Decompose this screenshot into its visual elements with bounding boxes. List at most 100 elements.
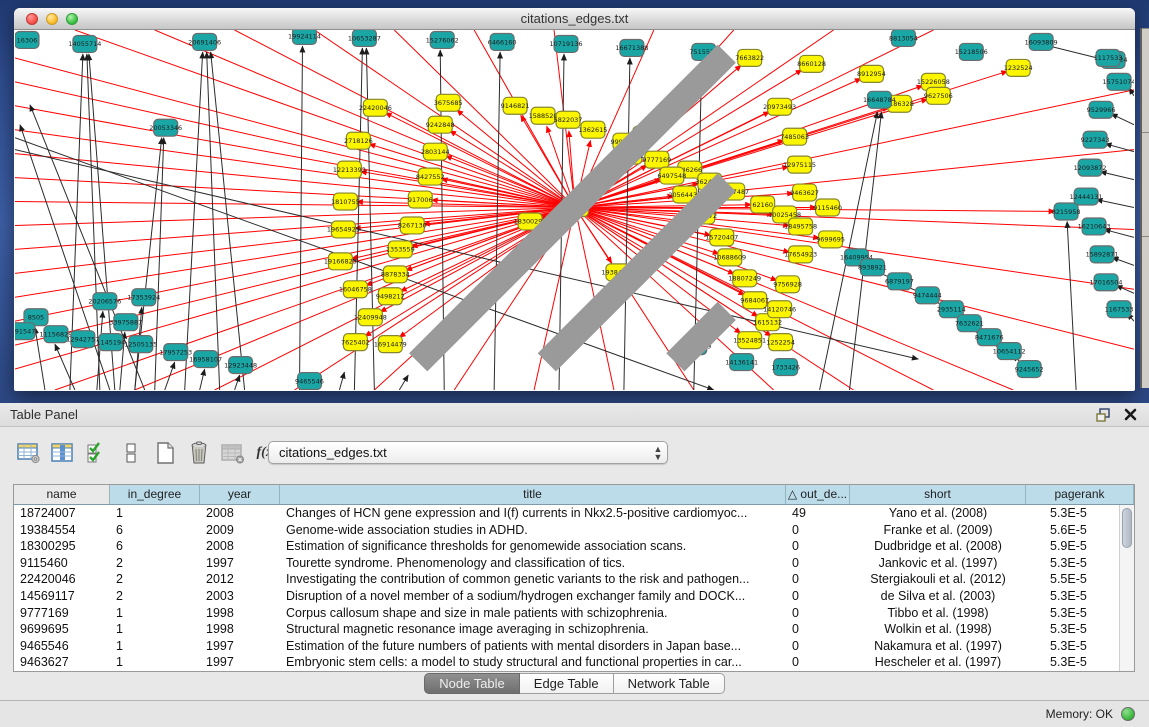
table-cell: 5.3E-5	[1026, 638, 1134, 655]
clear-selection-icon[interactable]	[116, 440, 146, 466]
table-cell: 5.3E-5	[1026, 555, 1134, 572]
table-cell: 5.3E-5	[1026, 605, 1134, 622]
table-tabs: Node TableEdge TableNetwork Table	[0, 673, 1149, 694]
table-row[interactable]: 1456911722003Disruption of a novel membe…	[14, 588, 1134, 605]
table-cell: 1	[110, 621, 200, 638]
node-table: namein_degreeyeartitle△ out_de...shortpa…	[13, 484, 1135, 672]
delete-column-icon[interactable]	[184, 440, 214, 466]
table-cell: 1	[110, 638, 200, 655]
column-header-outde[interactable]: △ out_de...	[786, 485, 850, 504]
tab-network-table[interactable]: Network Table	[614, 673, 725, 694]
table-cell: 1998	[200, 605, 280, 622]
table-cell: 1	[110, 505, 200, 522]
table-cell: Yano et al. (2008)	[850, 505, 1026, 522]
table-cell: Estimation of significance thresholds fo…	[280, 538, 786, 555]
table-cell: Tourette syndrome. Phenomenology and cla…	[280, 555, 786, 572]
new-column-icon[interactable]	[150, 440, 180, 466]
table-cell: Nakamura et al. (1997)	[850, 638, 1026, 655]
table-cell: Wolkin et al. (1998)	[850, 621, 1026, 638]
table-cell: 9465546	[14, 638, 110, 655]
vertical-scrollbar[interactable]	[1119, 505, 1134, 671]
memory-status-indicator[interactable]	[1121, 707, 1135, 721]
show-columns-icon[interactable]	[48, 440, 78, 466]
table-cell: 5.6E-5	[1026, 522, 1134, 539]
table-cell: 5.3E-5	[1026, 621, 1134, 638]
table-panel-header: Table Panel	[0, 403, 1149, 427]
scrollbar-thumb[interactable]	[1122, 508, 1132, 548]
table-row[interactable]: 946362711997Embryonic stem cells: a mode…	[14, 654, 1134, 671]
table-cell: 2	[110, 571, 200, 588]
network-window[interactable]: citations_edges.txt 16306140557142069140…	[14, 8, 1135, 391]
table-cell: Tibbo et al. (1998)	[850, 605, 1026, 622]
table-cell: de Silva et al. (2003)	[850, 588, 1026, 605]
table-mode-icon[interactable]	[14, 440, 44, 466]
table-cell: 0	[786, 654, 850, 671]
table-cell: Structural magnetic resonance image aver…	[280, 621, 786, 638]
column-header-name[interactable]: name	[14, 485, 110, 504]
table-row[interactable]: 977716911998Corpus callosum shape and si…	[14, 605, 1134, 622]
table-cell: 18724007	[14, 505, 110, 522]
table-cell: Dudbridge et al. (2008)	[850, 538, 1026, 555]
column-header-short[interactable]: short	[850, 485, 1026, 504]
tab-node-table[interactable]: Node Table	[424, 673, 520, 694]
table-cell: Estimation of the future numbers of pati…	[280, 638, 786, 655]
table-row[interactable]: 911546021997Tourette syndrome. Phenomeno…	[14, 555, 1134, 572]
status-bar: Memory: OK	[0, 700, 1149, 727]
table-cell: 1997	[200, 555, 280, 572]
column-header-indegree[interactable]: in_degree	[110, 485, 200, 504]
table-cell: 9777169	[14, 605, 110, 622]
select-rows-icon[interactable]	[82, 440, 112, 466]
network-view-canvas[interactable]: 1630614055714206914061992411410653287152…	[15, 30, 1134, 390]
table-cell: 0	[786, 522, 850, 539]
table-row[interactable]: 1872400712008Changes of HCN gene express…	[14, 505, 1134, 522]
table-cell: 0	[786, 538, 850, 555]
table-body: 1872400712008Changes of HCN gene express…	[14, 505, 1134, 671]
table-cell: 2012	[200, 571, 280, 588]
table-row[interactable]: 1830029562008Estimation of significance …	[14, 538, 1134, 555]
window-titlebar[interactable]: citations_edges.txt	[14, 8, 1135, 30]
column-header-pagerank[interactable]: pagerank	[1026, 485, 1134, 504]
table-row[interactable]: 946554611997Estimation of the future num…	[14, 638, 1134, 655]
table-cell: 0	[786, 621, 850, 638]
dropdown-stepper-icon: ▲▼	[649, 445, 667, 461]
table-cell: 14569117	[14, 588, 110, 605]
tab-edge-table[interactable]: Edge Table	[520, 673, 614, 694]
table-row[interactable]: 1938455462009Genome-wide association stu…	[14, 522, 1134, 539]
table-selector-dropdown[interactable]: citations_edges.txt ▲▼	[268, 441, 668, 464]
table-cell: 49	[786, 505, 850, 522]
table-cell: Disruption of a novel member of a sodium…	[280, 588, 786, 605]
table-cell: Corpus callosum shape and size in male p…	[280, 605, 786, 622]
resize-grip[interactable]	[15, 30, 1132, 388]
table-cell: 18300295	[14, 538, 110, 555]
table-cell: 1997	[200, 654, 280, 671]
table-row[interactable]: 969969511998Structural magnetic resonanc…	[14, 621, 1134, 638]
table-cell: 1	[110, 605, 200, 622]
table-header-row: namein_degreeyeartitle△ out_de...shortpa…	[14, 485, 1134, 505]
table-cell: 0	[786, 571, 850, 588]
table-cell: Jankovic et al. (1997)	[850, 555, 1026, 572]
delete-table-icon[interactable]	[218, 440, 248, 466]
partial-window-edge	[1140, 28, 1149, 388]
close-panel-icon[interactable]	[1124, 408, 1137, 421]
table-toolbar: f(x)	[14, 439, 286, 467]
table-cell: 2	[110, 588, 200, 605]
table-cell: 6	[110, 522, 200, 539]
table-cell: Embryonic stem cells: a model to study s…	[280, 654, 786, 671]
table-cell: 2003	[200, 588, 280, 605]
table-cell: 2008	[200, 538, 280, 555]
column-header-title[interactable]: title	[280, 485, 786, 504]
table-cell: Stergiakouli et al. (2012)	[850, 571, 1026, 588]
table-cell: 5.3E-5	[1026, 588, 1134, 605]
window-title: citations_edges.txt	[14, 11, 1135, 26]
table-cell: Investigating the contribution of common…	[280, 571, 786, 588]
table-row[interactable]: 2242004622012Investigating the contribut…	[14, 571, 1134, 588]
table-cell: 9463627	[14, 654, 110, 671]
table-cell: 0	[786, 588, 850, 605]
table-cell: 6	[110, 538, 200, 555]
table-cell: Changes of HCN gene expression and I(f) …	[280, 505, 786, 522]
table-cell: 5.9E-5	[1026, 538, 1134, 555]
table-cell: Franke et al. (2009)	[850, 522, 1026, 539]
table-cell: Genome-wide association studies in ADHD.	[280, 522, 786, 539]
float-panel-icon[interactable]	[1096, 408, 1112, 422]
column-header-year[interactable]: year	[200, 485, 280, 504]
